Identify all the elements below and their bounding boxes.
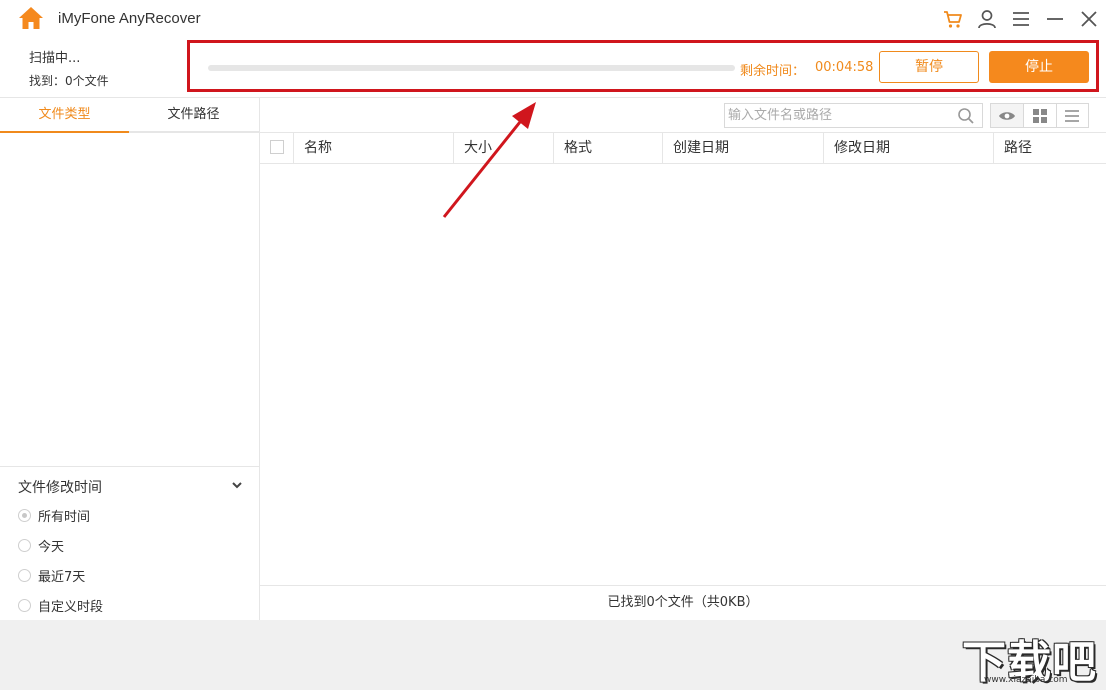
tab-file-path[interactable]: 文件路径 [129, 98, 258, 133]
minimize-icon[interactable] [1044, 8, 1066, 30]
column-header-format[interactable]: 格式 [553, 133, 662, 163]
search-input[interactable] [725, 104, 950, 127]
site-watermark-logo: 下载吧 www.xiazaiba.com [962, 626, 1102, 688]
user-icon[interactable] [976, 8, 998, 30]
remaining-time-value: 00:04:58 [815, 60, 874, 75]
filter-title: 文件修改时间 [18, 480, 102, 496]
remaining-time-label: 剩余时间： [740, 64, 806, 79]
file-list-panel: 名称 大小 格式 创建日期 修改日期 路径 已找到0个文件（共0KB） [260, 98, 1106, 620]
tab-file-type[interactable]: 文件类型 [0, 98, 129, 133]
app-title: iMyFone AnyRecover [58, 10, 201, 27]
scan-status-text: 扫描中... [29, 51, 81, 66]
app-window: iMyFone AnyRecover 扫描中... 找到：0个文件 剩余时间： … [0, 0, 1106, 620]
pause-button[interactable]: 暂停 [879, 51, 979, 83]
table-header: 名称 大小 格式 创建日期 修改日期 路径 [260, 132, 1106, 164]
stop-button[interactable]: 停止 [989, 51, 1089, 83]
radio-today[interactable]: 今天 [18, 535, 64, 555]
sidebar-tabs: 文件类型 文件路径 [0, 98, 259, 133]
radio-last-7-days[interactable]: 最近7天 [18, 565, 85, 585]
home-icon[interactable] [18, 6, 44, 30]
eye-icon [999, 111, 1016, 120]
column-header-name[interactable]: 名称 [293, 133, 453, 163]
watermark-url-text: www.xiazaiba.com [984, 675, 1068, 685]
radio-label: 自定义时段 [38, 599, 104, 615]
column-header-path[interactable]: 路径 [993, 133, 1106, 163]
radio-button[interactable] [18, 538, 31, 552]
found-count-text: 找到：0个文件 [29, 74, 109, 88]
cart-icon[interactable] [942, 8, 964, 30]
chevron-down-icon[interactable] [230, 478, 244, 492]
radio-custom-range[interactable]: 自定义时段 [18, 595, 103, 615]
list-icon [1065, 109, 1080, 122]
modified-time-filter: 文件修改时间 所有时间 今天 最近7天 自定义时段 [0, 466, 259, 620]
radio-button[interactable] [18, 598, 31, 612]
left-panel: 文件类型 文件路径 文件修改时间 所有时间 今天 最近7天 自定义时段 [0, 98, 260, 620]
column-header-created[interactable]: 创建日期 [662, 133, 823, 163]
annotation-arrow-icon [442, 102, 536, 218]
menu-icon[interactable] [1010, 8, 1032, 30]
radio-button[interactable] [18, 508, 31, 522]
grid-icon [1032, 108, 1047, 123]
column-header-modified[interactable]: 修改日期 [823, 133, 993, 163]
view-mode-switcher [990, 103, 1089, 128]
select-all-checkbox[interactable] [270, 140, 284, 154]
preview-view-button[interactable] [991, 104, 1024, 127]
close-icon[interactable] [1078, 8, 1100, 30]
search-icon[interactable] [957, 107, 975, 125]
list-view-button[interactable] [1055, 104, 1088, 127]
radio-label: 最近7天 [38, 569, 86, 585]
results-summary: 已找到0个文件（共0KB） [260, 585, 1106, 620]
radio-label: 所有时间 [38, 509, 91, 525]
radio-label: 今天 [38, 539, 65, 555]
scan-status-area: 扫描中... 找到：0个文件 剩余时间： 00:04:58 暂停 停止 [0, 38, 1106, 98]
title-bar: iMyFone AnyRecover [0, 0, 1106, 38]
grid-view-button[interactable] [1023, 104, 1055, 127]
radio-all-time[interactable]: 所有时间 [18, 505, 90, 525]
radio-button[interactable] [18, 568, 31, 582]
scan-progress-bar [208, 65, 735, 71]
search-box [724, 103, 983, 128]
